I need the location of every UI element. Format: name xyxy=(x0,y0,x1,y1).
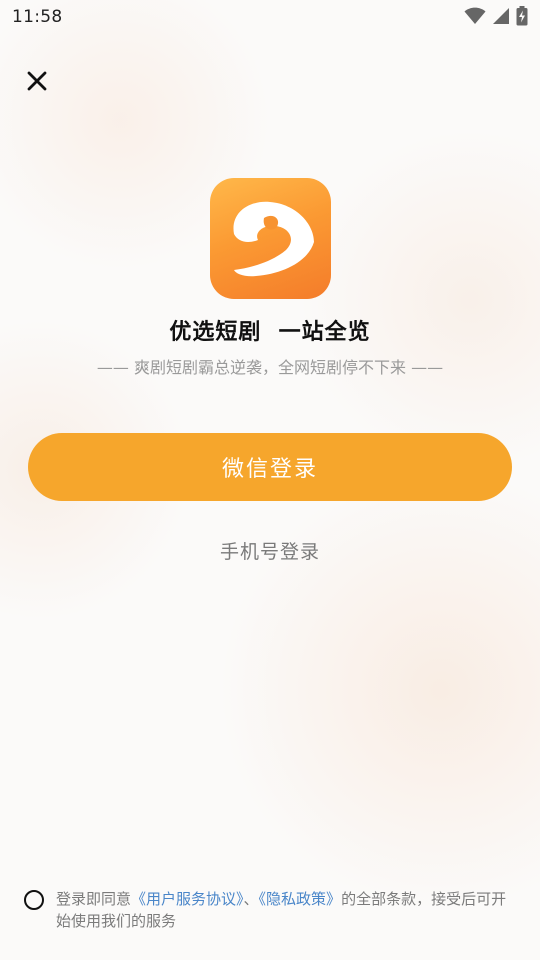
status-icons xyxy=(464,6,528,26)
status-bar: 11:58 xyxy=(0,0,540,34)
agreement-separator: 、 xyxy=(243,890,259,908)
close-button[interactable] xyxy=(22,68,52,98)
battery-charging-icon xyxy=(516,6,528,26)
page-title: 优选短剧 一站全览 xyxy=(169,320,371,345)
agree-checkbox[interactable] xyxy=(24,890,44,910)
agreement-prefix: 登录即同意 xyxy=(56,890,132,908)
page-subtitle: —— 爽剧短剧霸总逆袭，全网短剧停不下来 —— xyxy=(96,358,444,377)
wifi-icon xyxy=(464,7,486,25)
user-agreement-link[interactable]: 《用户服务协议》 xyxy=(131,890,244,908)
wechat-login-button[interactable]: 微信登录 xyxy=(28,433,512,501)
close-icon xyxy=(27,71,47,95)
signal-icon xyxy=(492,7,510,25)
app-logo-icon xyxy=(210,178,331,299)
agreement-text: 登录即同意《用户服务协议》、《隐私政策》的全部条款，接受后可开始使用我们的服务 xyxy=(56,888,516,932)
privacy-policy-link[interactable]: 《隐私政策》 xyxy=(259,890,342,908)
phone-login-link[interactable]: 手机号登录 xyxy=(0,537,540,564)
login-screen: 11:58 优选短剧 一站全览 —— 爽剧短剧霸总逆袭，全网短剧停不下来 —— … xyxy=(0,0,540,960)
agreement-section: 登录即同意《用户服务协议》、《隐私政策》的全部条款，接受后可开始使用我们的服务 xyxy=(24,888,524,938)
status-time: 11:58 xyxy=(12,7,63,27)
